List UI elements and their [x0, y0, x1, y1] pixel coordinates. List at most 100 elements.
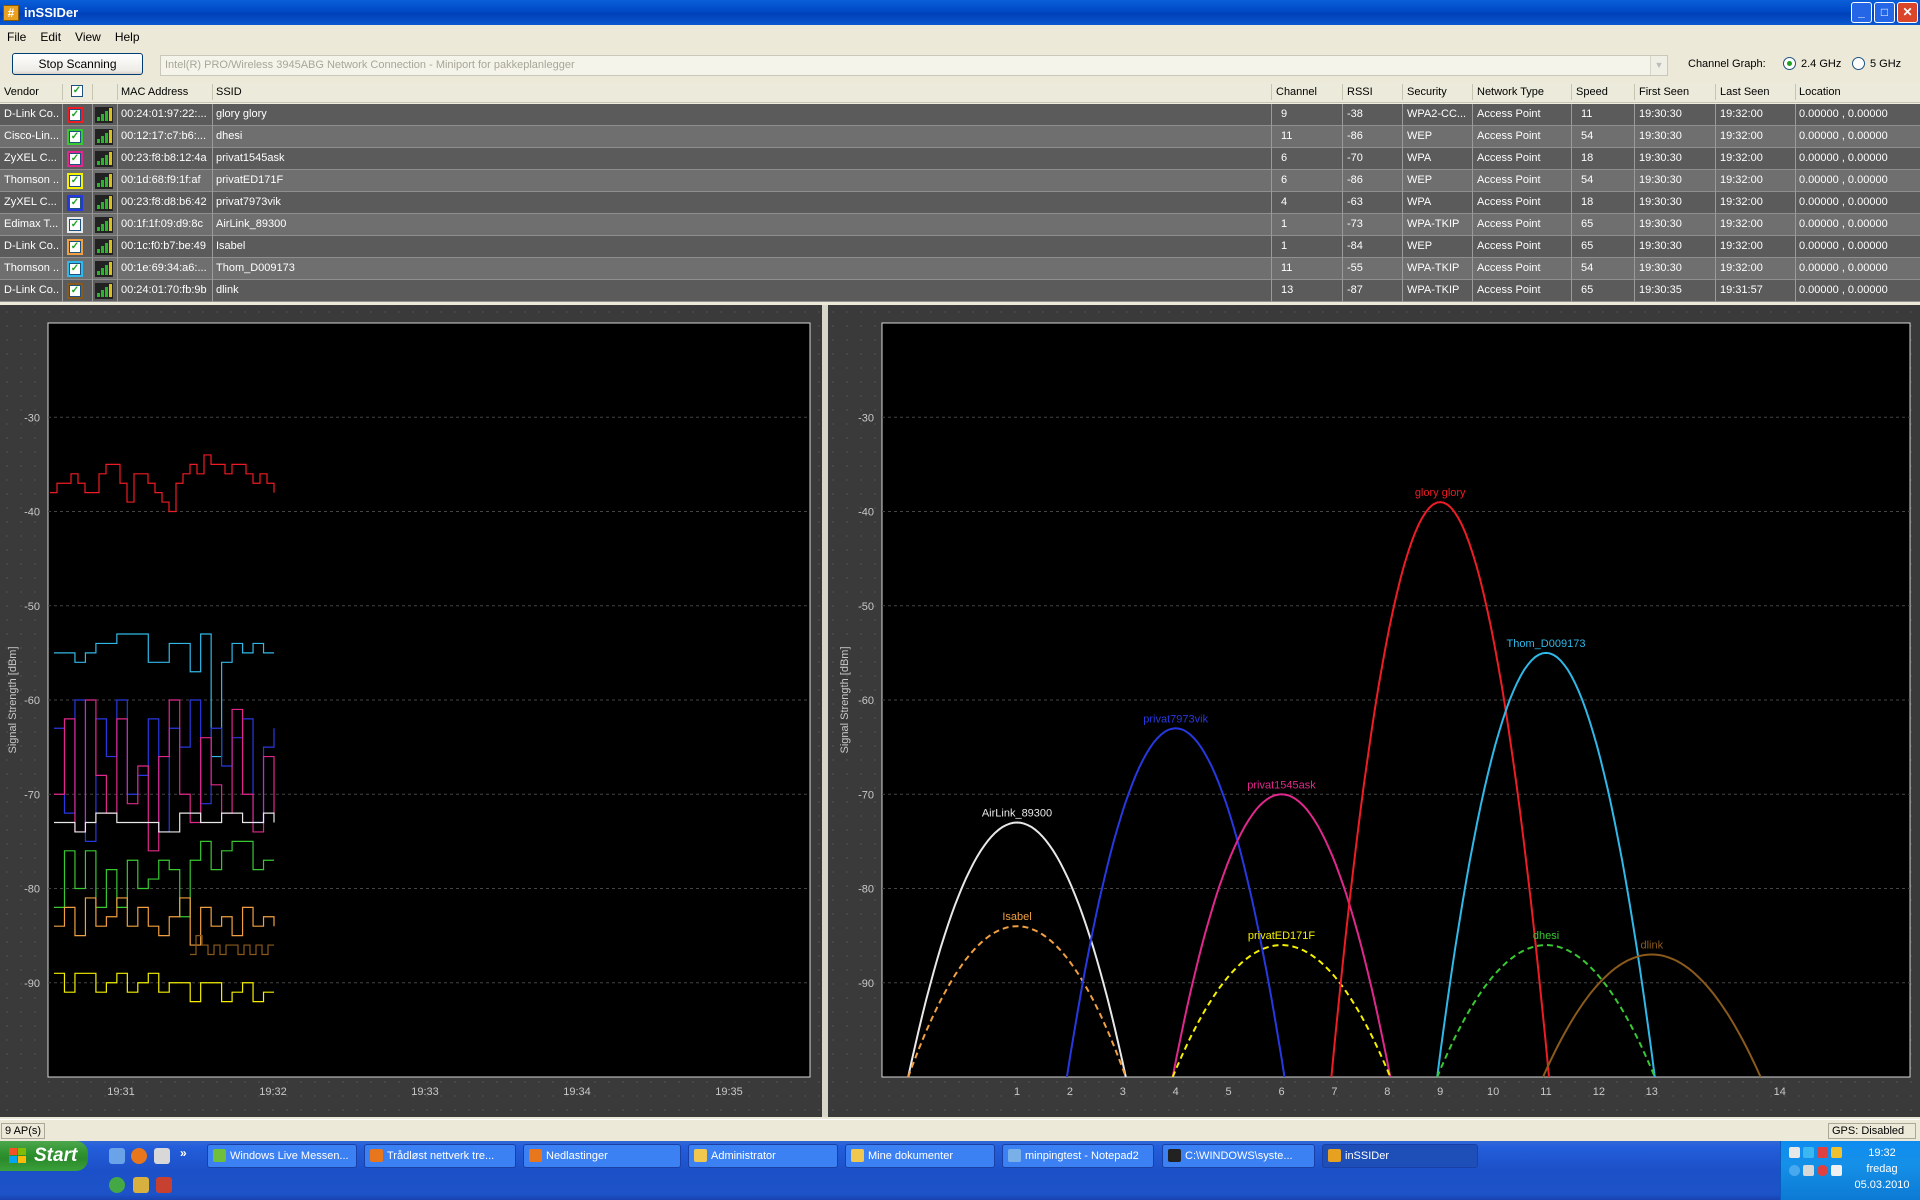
network-icon[interactable]: [1789, 1147, 1800, 1158]
column-separator[interactable]: [1571, 84, 1572, 100]
column-separator[interactable]: [1342, 84, 1343, 100]
column-header[interactable]: Last Seen: [1720, 86, 1770, 98]
taskbar-button[interactable]: Windows Live Messen...: [207, 1144, 357, 1168]
network-color-swatch[interactable]: ✓: [67, 173, 83, 189]
network-checkbox[interactable]: ✓: [69, 175, 81, 187]
volume-icon[interactable]: [1803, 1165, 1814, 1176]
chevron-right-icon[interactable]: »: [180, 1146, 190, 1162]
cell-first: 19:30:30: [1639, 108, 1682, 120]
column-separator[interactable]: [1795, 84, 1796, 100]
firefox-icon[interactable]: [131, 1148, 147, 1164]
column-separator[interactable]: [1402, 84, 1403, 100]
adapter-select[interactable]: Intel(R) PRO/Wireless 3945ABG Network Co…: [160, 55, 1668, 76]
messenger-tray-icon[interactable]: [109, 1177, 125, 1193]
network-checkbox[interactable]: ✓: [69, 131, 81, 143]
maximize-button[interactable]: □: [1874, 2, 1895, 23]
network-checkbox[interactable]: ✓: [69, 285, 81, 297]
minimize-button[interactable]: _: [1851, 2, 1872, 23]
taskbar-button[interactable]: Mine dokumenter: [845, 1144, 995, 1168]
column-separator[interactable]: [1715, 84, 1716, 100]
stop-scanning-button[interactable]: Stop Scanning: [12, 53, 143, 75]
column-header[interactable]: Speed: [1576, 86, 1608, 98]
network-checkbox[interactable]: ✓: [69, 219, 81, 231]
taskbar-button[interactable]: minpingtest - Notepad2: [1002, 1144, 1154, 1168]
cell-rssi: -70: [1347, 152, 1363, 164]
table-row[interactable]: Cisco-Lin... 00:12:17:c7:b6:... dhesi 11 -86…: [0, 126, 1920, 148]
table-row[interactable]: D-Link Co... 00:24:01:97:22:... glory glor…: [0, 104, 1920, 126]
network-checkbox[interactable]: ✓: [69, 109, 81, 121]
table-row[interactable]: Thomson ... 00:1d:68:f9:1f:af privatED171F…: [0, 170, 1920, 192]
network-color-swatch[interactable]: ✓: [67, 129, 83, 145]
table-row[interactable]: Edimax T... 00:1f:1f:09:d9:8c AirLink_8930…: [0, 214, 1920, 236]
network-color-swatch[interactable]: ✓: [67, 151, 83, 167]
menu-file[interactable]: File: [0, 30, 33, 44]
network-color-swatch[interactable]: ✓: [67, 283, 83, 299]
radio-5ghz-label: 5 GHz: [1870, 58, 1902, 70]
taskbar: Start » Windows Live Messen... Trådløst n…: [0, 1141, 1920, 1200]
table-row[interactable]: D-Link Co... 00:1c:f0:b7:be:49 Isabel 1 -84 W…: [0, 236, 1920, 258]
column-separator[interactable]: [1271, 84, 1272, 100]
safely-remove-icon[interactable]: [1831, 1165, 1842, 1176]
notepad-icon[interactable]: [154, 1148, 170, 1164]
table-row[interactable]: D-Link Co... 00:24:01:70:fb:9b dlink 13 -87 W…: [0, 280, 1920, 302]
cell-mac: 00:24:01:70:fb:9b: [121, 284, 207, 296]
column-header[interactable]: Security: [1407, 86, 1447, 98]
column-header[interactable]: SSID: [216, 86, 242, 98]
menu-help[interactable]: Help: [108, 30, 147, 44]
column-header[interactable]: Network Type: [1477, 86, 1544, 98]
update-icon[interactable]: [1831, 1147, 1842, 1158]
start-button[interactable]: Start: [0, 1141, 88, 1171]
clock[interactable]: 19:32 fredag 05.03.2010: [1845, 1145, 1919, 1193]
table-row[interactable]: ZyXEL C... 00:23:f8:b8:12:4a privat1545ask…: [0, 148, 1920, 170]
cell-vendor: Thomson ...: [4, 174, 60, 186]
network-checkbox[interactable]: ✓: [69, 241, 81, 253]
column-separator[interactable]: [1472, 84, 1473, 100]
pdf-icon[interactable]: [156, 1177, 172, 1193]
column-separator[interactable]: [1634, 84, 1635, 100]
column-header[interactable]: Vendor: [4, 86, 39, 98]
show-desktop-icon[interactable]: [109, 1148, 125, 1164]
column-header[interactable]: Channel: [1276, 86, 1317, 98]
column-separator[interactable]: [92, 84, 93, 100]
cell-first: 19:30:30: [1639, 196, 1682, 208]
security-alert-icon[interactable]: [1817, 1165, 1828, 1176]
taskbar-button[interactable]: Administrator: [688, 1144, 838, 1168]
taskbar-button[interactable]: Trådløst nettverk tre...: [364, 1144, 516, 1168]
column-header[interactable]: MAC Address: [121, 86, 188, 98]
network-color-swatch[interactable]: ✓: [67, 217, 83, 233]
close-button[interactable]: ✕: [1897, 2, 1918, 23]
taskbar-button[interactable]: C:\WINDOWS\syste...: [1162, 1144, 1315, 1168]
network-color-swatch[interactable]: ✓: [67, 107, 83, 123]
network-color-swatch[interactable]: ✓: [67, 195, 83, 211]
column-header[interactable]: Location: [1799, 86, 1841, 98]
cell-channel: 1: [1281, 240, 1288, 252]
column-separator[interactable]: [212, 84, 213, 100]
column-header[interactable]: RSSI: [1347, 86, 1373, 98]
tray-arrow-icon[interactable]: [1789, 1165, 1800, 1176]
column-separator[interactable]: [62, 84, 63, 100]
wireless-icon[interactable]: [1803, 1147, 1814, 1158]
column-separator[interactable]: [117, 84, 118, 100]
cell-speed: 65: [1581, 284, 1594, 296]
antivirus-icon[interactable]: [1817, 1147, 1828, 1158]
table-row[interactable]: Thomson ... 00:1e:69:34:a6:... Thom_D00917…: [0, 258, 1920, 280]
cell-first: 19:30:30: [1639, 152, 1682, 164]
taskbar-button[interactable]: inSSIDer: [1322, 1144, 1478, 1168]
graph-splitter[interactable]: [822, 305, 828, 1117]
cell-mac: 00:1c:f0:b7:be:49: [121, 240, 207, 252]
network-checkbox[interactable]: ✓: [69, 197, 81, 209]
network-checkbox[interactable]: ✓: [69, 153, 81, 165]
network-checkbox[interactable]: ✓: [69, 263, 81, 275]
network-color-swatch[interactable]: ✓: [67, 239, 83, 255]
select-all-checkbox[interactable]: ✓: [71, 85, 83, 97]
network-color-swatch[interactable]: ✓: [67, 261, 83, 277]
taskbar-button[interactable]: Nedlastinger: [523, 1144, 681, 1168]
shield-icon[interactable]: [133, 1177, 149, 1193]
menu-edit[interactable]: Edit: [33, 30, 68, 44]
menu-view[interactable]: View: [68, 30, 108, 44]
table-row[interactable]: ZyXEL C... 00:23:f8:d8:b6:42 privat7973vik…: [0, 192, 1920, 214]
chevron-down-icon[interactable]: ▼: [1650, 56, 1667, 75]
column-header[interactable]: First Seen: [1639, 86, 1689, 98]
radio-5ghz[interactable]: [1852, 57, 1865, 70]
radio-24ghz[interactable]: [1783, 57, 1796, 70]
